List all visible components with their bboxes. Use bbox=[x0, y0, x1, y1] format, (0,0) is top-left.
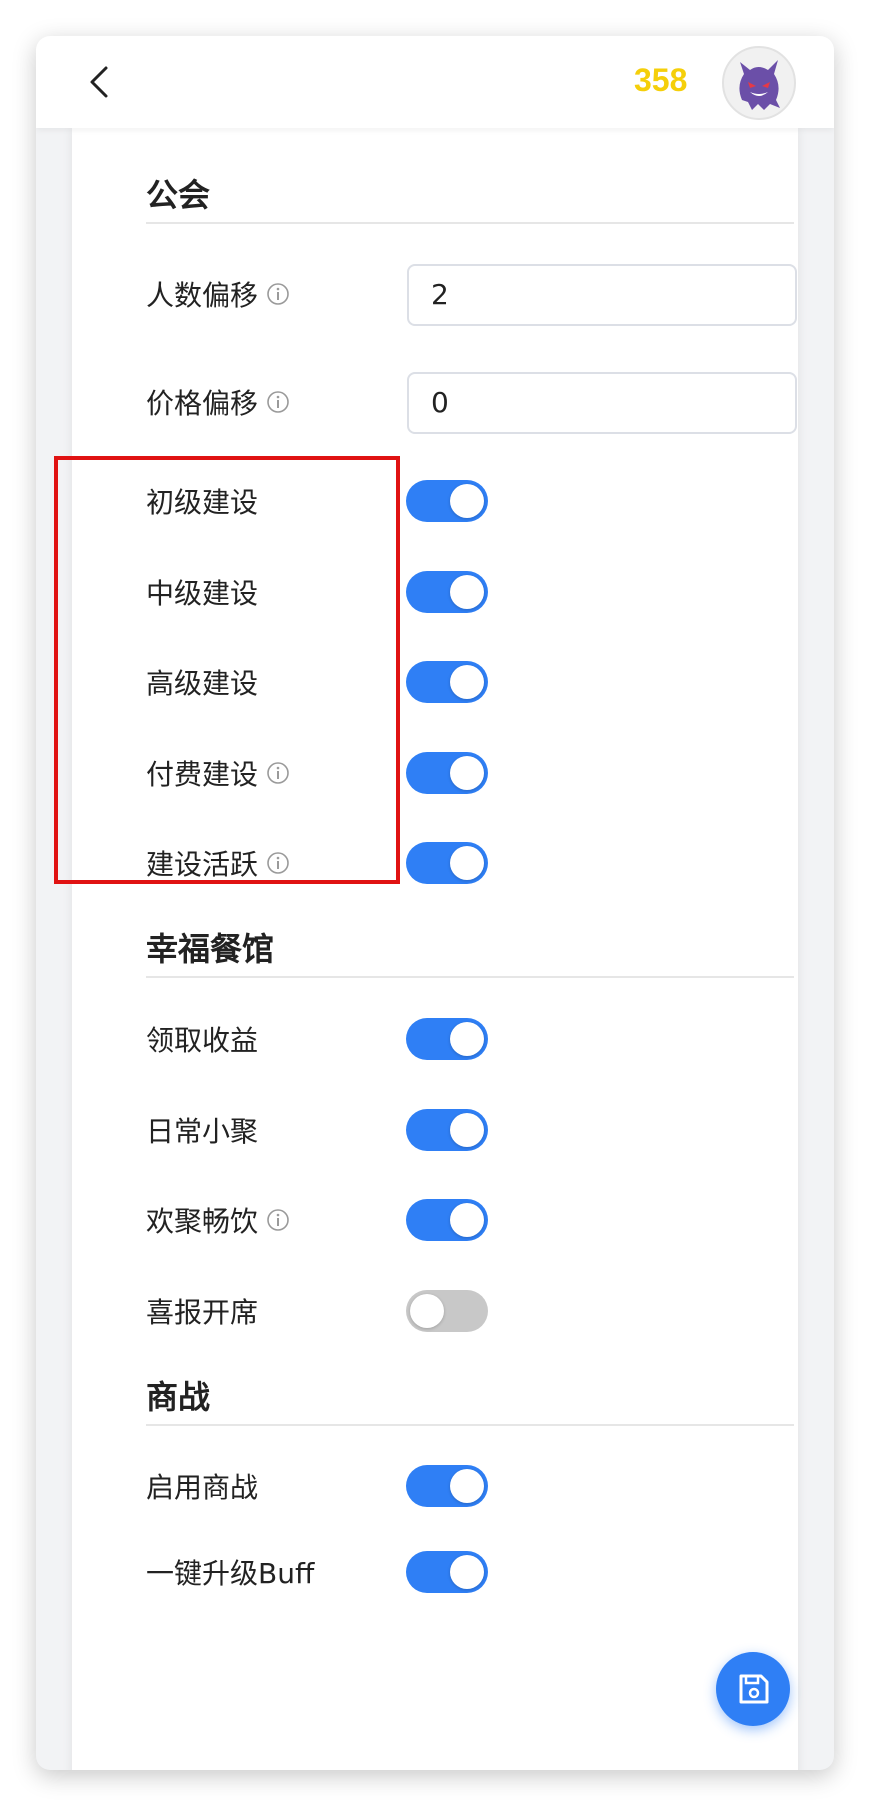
toggle-row-label: 建设活跃 bbox=[146, 843, 290, 883]
divider bbox=[146, 976, 794, 978]
section-title-restaurant: 幸福餐馆 bbox=[146, 930, 275, 968]
toggle-switch[interactable] bbox=[406, 1551, 488, 1593]
member-offset-label: 人数偏移 bbox=[146, 274, 290, 314]
toggle-switch[interactable] bbox=[406, 751, 488, 794]
toggle-row-label: 高级建设 bbox=[146, 662, 258, 702]
toggle-switch[interactable] bbox=[406, 1108, 488, 1151]
divider bbox=[146, 1424, 794, 1426]
price-offset-label: 价格偏移 bbox=[146, 382, 290, 422]
toggle-row-label: 喜报开席 bbox=[146, 1291, 258, 1331]
toggle-knob bbox=[450, 484, 484, 518]
toggle-knob bbox=[450, 665, 484, 699]
toggle-switch[interactable] bbox=[406, 1465, 488, 1507]
info-icon[interactable] bbox=[266, 390, 290, 414]
top-bar: 358 bbox=[36, 36, 834, 128]
info-icon[interactable] bbox=[266, 851, 290, 875]
info-icon[interactable] bbox=[266, 282, 290, 306]
avatar[interactable] bbox=[722, 46, 796, 120]
phone-frame: 358 公会 人数偏移 2 价格偏移 0 初级建设 中级建设 高级建设 付费建设… bbox=[36, 36, 834, 1770]
toggle-knob bbox=[450, 1203, 484, 1237]
toggle-label: 中级建设 bbox=[146, 576, 259, 610]
toggle-knob bbox=[450, 1022, 484, 1056]
section-title-business-war: 商战 bbox=[146, 1378, 211, 1416]
toggle-label: 日常小聚 bbox=[146, 1114, 259, 1148]
member-offset-input[interactable]: 2 bbox=[407, 264, 797, 326]
save-icon bbox=[739, 1674, 769, 1704]
toggle-label: 建设活跃 bbox=[146, 848, 259, 881]
toggle-knob bbox=[450, 1112, 484, 1147]
save-button[interactable] bbox=[716, 1652, 790, 1726]
info-icon[interactable] bbox=[266, 761, 290, 785]
toggle-row-label: 领取收益 bbox=[146, 1019, 258, 1059]
section-title-guild: 公会 bbox=[146, 176, 211, 214]
info-icon[interactable] bbox=[266, 1208, 290, 1232]
toggle-row-label: 中级建设 bbox=[146, 572, 258, 612]
divider bbox=[146, 222, 794, 224]
toggle-row-label: 一键升级Buff bbox=[146, 1552, 314, 1592]
toggle-label: 高级建设 bbox=[146, 667, 259, 700]
toggle-label: 付费建设 bbox=[146, 757, 259, 791]
back-button[interactable] bbox=[82, 62, 118, 102]
toggle-switch[interactable] bbox=[406, 1018, 488, 1060]
toggle-label: 领取收益 bbox=[146, 1024, 259, 1057]
toggle-switch[interactable] bbox=[406, 480, 488, 522]
price-offset-text: 价格偏移 bbox=[146, 387, 259, 420]
toggle-row-label: 启用商战 bbox=[146, 1466, 258, 1506]
coin-count: 358 bbox=[634, 62, 688, 98]
toggle-row-label: 初级建设 bbox=[146, 481, 258, 521]
toggle-knob bbox=[450, 1555, 484, 1589]
member-offset-text: 人数偏移 bbox=[146, 279, 259, 312]
toggle-knob bbox=[450, 1469, 484, 1503]
toggle-label: 启用商战 bbox=[146, 1471, 259, 1504]
price-offset-input[interactable]: 0 bbox=[407, 372, 797, 434]
settings-panel: 公会 人数偏移 2 价格偏移 0 初级建设中级建设高级建设付费建设建设活跃 幸福… bbox=[72, 128, 798, 1770]
toggle-label: 喜报开席 bbox=[146, 1295, 259, 1329]
toggle-label: 一键升级Buff bbox=[146, 1557, 315, 1590]
toggle-row-label: 付费建设 bbox=[146, 753, 290, 793]
toggle-label: 欢聚畅饮 bbox=[146, 1205, 259, 1238]
toggle-row-label: 欢聚畅饮 bbox=[146, 1200, 290, 1240]
chevron-left-icon bbox=[90, 66, 108, 98]
toggle-knob bbox=[450, 846, 484, 880]
toggle-knob bbox=[450, 574, 484, 609]
toggle-switch[interactable] bbox=[406, 661, 488, 703]
toggle-label: 初级建设 bbox=[146, 486, 259, 519]
toggle-knob bbox=[450, 755, 484, 790]
toggle-switch[interactable] bbox=[406, 1289, 488, 1332]
ghost-avatar-icon bbox=[739, 60, 780, 110]
toggle-switch[interactable] bbox=[406, 1199, 488, 1241]
toggle-switch[interactable] bbox=[406, 842, 488, 884]
toggle-switch[interactable] bbox=[406, 570, 488, 613]
toggle-knob bbox=[410, 1293, 444, 1328]
toggle-row-label: 日常小聚 bbox=[146, 1110, 258, 1150]
